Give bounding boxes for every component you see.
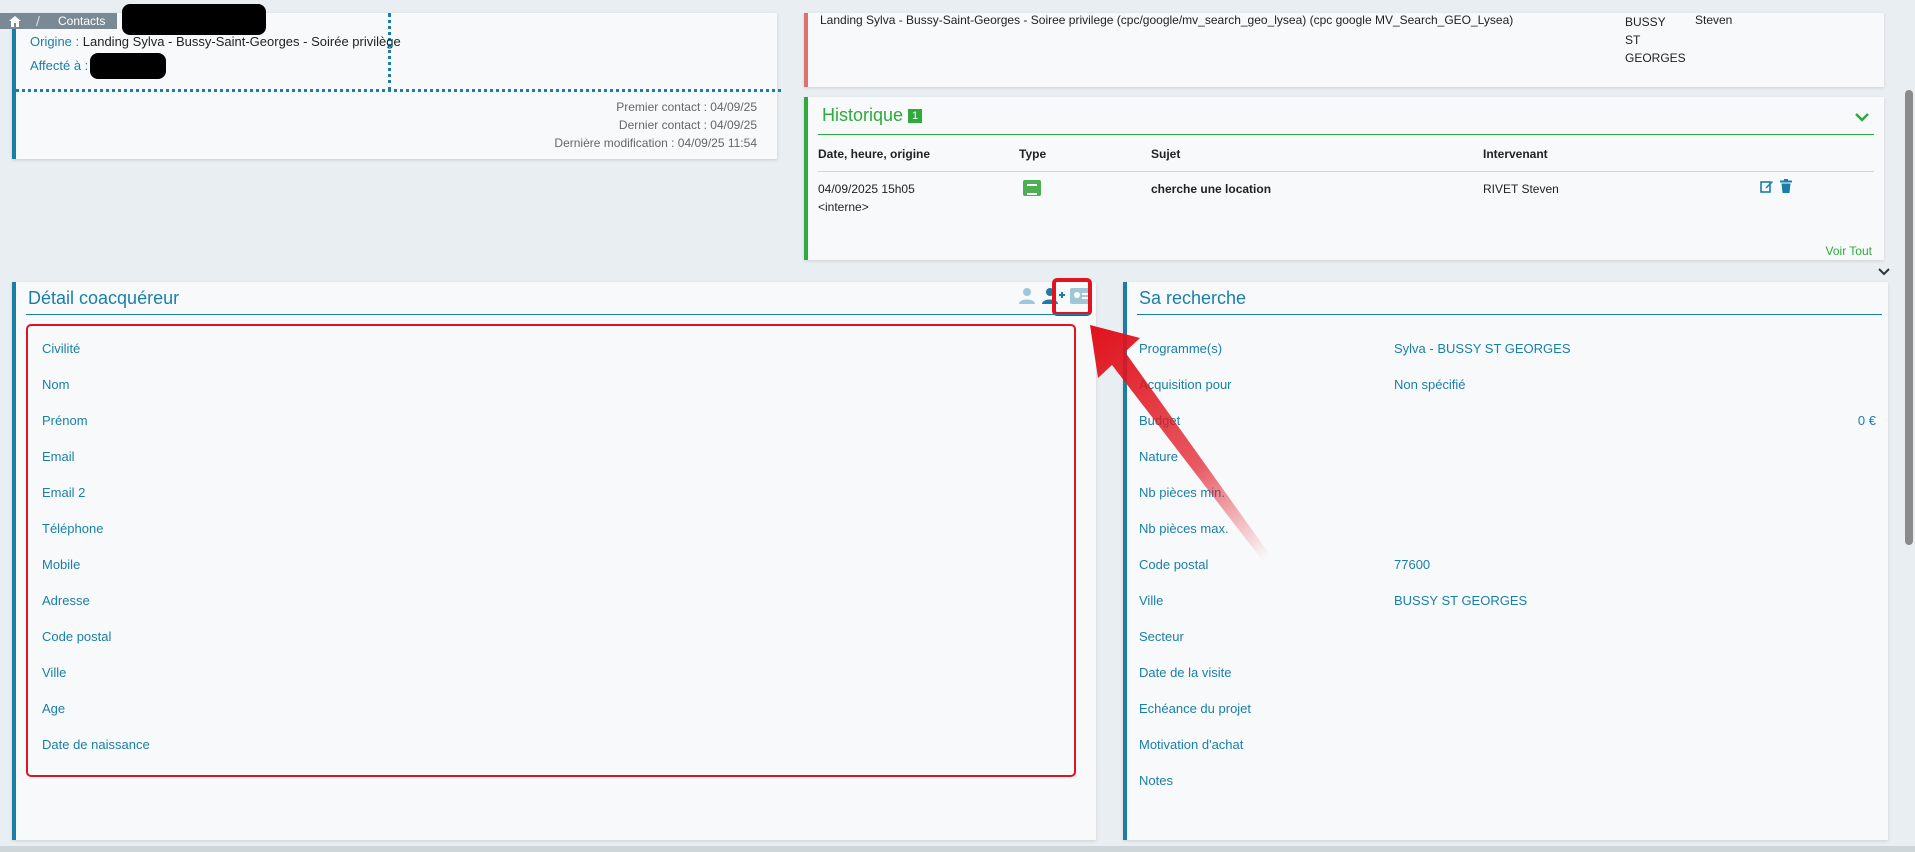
redacted-assignee <box>90 53 166 79</box>
rech-value-budget: 0 € <box>1857 413 1876 428</box>
breadcrumb-separator: / <box>30 13 46 29</box>
rech-label-ville: Ville <box>1139 593 1164 608</box>
row-date: 04/09/2025 15h05 <interne> <box>818 180 915 216</box>
recherche-rule <box>1137 314 1882 315</box>
premier-contact: Premier contact : 04/09/25 <box>616 100 757 114</box>
trash-icon[interactable] <box>1780 179 1792 196</box>
origine-label: Origine : <box>30 34 80 49</box>
historique-count-badge: 1 <box>908 108 923 123</box>
chevron-down-icon[interactable] <box>1854 109 1870 127</box>
recherche-title: Sa recherche <box>1139 288 1247 308</box>
recherche-card: Sa recherche Programme(s) Sylva - BUSSY … <box>1123 282 1888 840</box>
field-ville: Ville <box>42 665 67 680</box>
redacted-name <box>122 4 266 35</box>
field-age: Age <box>42 701 66 716</box>
col-header-date[interactable]: Date, heure, origine <box>818 147 930 161</box>
rech-value-acquisition: Non spécifié <box>1394 377 1466 392</box>
coacquereur-rule <box>26 314 1090 315</box>
voir-tout-link[interactable]: Voir Tout <box>1826 244 1872 258</box>
rech-label-date-visite: Date de la visite <box>1139 665 1232 680</box>
dernier-contact: Dernier contact : 04/09/25 <box>618 118 757 132</box>
highlight-box <box>1052 278 1092 316</box>
rech-label-notes: Notes <box>1139 773 1173 788</box>
field-prenom: Prénom <box>42 413 88 428</box>
bottom-strip <box>0 846 1915 852</box>
field-nom: Nom <box>42 377 70 392</box>
rech-label-motivation: Motivation d'achat <box>1139 737 1244 752</box>
col-header-type[interactable]: Type <box>1019 147 1046 161</box>
historique-card: Historique 1 Date, heure, origine Type S… <box>804 97 1884 260</box>
scrollbar[interactable] <box>1903 85 1915 552</box>
origine-value: Landing Sylva - Bussy-Saint-Georges - So… <box>82 34 401 49</box>
row-intervenant: RIVET Steven <box>1483 182 1559 196</box>
rech-value-code-postal: 77600 <box>1394 557 1431 572</box>
rech-label-echeance: Echéance du projet <box>1139 701 1252 716</box>
historique-title-text: Historique <box>822 105 904 125</box>
note-type-icon <box>1023 180 1041 196</box>
row-actions <box>1760 179 1792 196</box>
edit-icon[interactable] <box>1760 179 1774 196</box>
coacquereur-highlight-box <box>26 324 1076 777</box>
rech-value-programmes[interactable]: Sylva - BUSSY ST GEORGES <box>1394 341 1571 356</box>
field-mobile: Mobile <box>42 557 81 572</box>
col-header-intervenant[interactable]: Intervenant <box>1483 147 1548 161</box>
field-civilite: Civilité <box>42 341 81 356</box>
chevron-down-icon[interactable] <box>1878 265 1890 279</box>
field-email: Email <box>42 449 75 464</box>
coacquereur-title: Détail coacquéreur <box>28 288 180 308</box>
field-code-postal: Code postal <box>42 629 112 644</box>
rech-label-code-postal: Code postal <box>1139 557 1209 572</box>
field-email-2: Email 2 <box>42 485 86 500</box>
city-line: BUSSY <box>1625 15 1666 29</box>
dotted-divider <box>16 89 781 92</box>
city-line: GEORGES <box>1625 51 1686 65</box>
origin-card: Landing Sylva - Bussy-Saint-Georges - So… <box>804 13 1884 87</box>
origine-line: Origine : Landing Sylva - Bussy-Saint-Ge… <box>30 34 401 49</box>
col-header-sujet[interactable]: Sujet <box>1151 147 1180 161</box>
origin-intervenant: Steven <box>1695 13 1733 27</box>
derniere-modification: Dernière modification : 04/09/25 11:54 <box>554 136 757 150</box>
city-line: ST <box>1625 33 1641 47</box>
historique-rule <box>818 134 1874 135</box>
rech-label-pieces-min: Nb pièces min. <box>1139 485 1225 500</box>
affecte-line: Affecté à : <box>30 58 88 73</box>
breadcrumb-contacts[interactable]: Contacts <box>46 13 118 29</box>
field-telephone: Téléphone <box>42 521 104 536</box>
rech-label-acquisition: Acquisition pour <box>1139 377 1232 392</box>
origin-text: Landing Sylva - Bussy-Saint-Georges - So… <box>820 13 1514 27</box>
field-adresse: Adresse <box>42 593 90 608</box>
rech-value-ville: BUSSY ST GEORGES <box>1394 593 1528 608</box>
rech-label-budget: Budget <box>1139 413 1181 428</box>
table-rule <box>818 171 1874 172</box>
scrollbar-thumb[interactable] <box>1905 90 1913 545</box>
row-date-value: 04/09/2025 15h05 <box>818 182 915 196</box>
affecte-label: Affecté à : <box>30 58 89 73</box>
contact-card: Origine : Landing Sylva - Bussy-Saint-Ge… <box>12 13 781 159</box>
breadcrumb: / Contacts <box>0 13 118 29</box>
rech-label-programmes: Programme(s) <box>1139 341 1223 356</box>
rech-label-secteur: Secteur <box>1139 629 1184 644</box>
historique-title: Historique 1 <box>822 105 923 126</box>
field-date-naissance: Date de naissance <box>42 737 150 752</box>
row-subject[interactable]: cherche une location <box>1151 180 1271 198</box>
row-origin-value: <interne> <box>818 200 869 214</box>
origin-city: BUSSY ST GEORGES <box>1625 13 1686 67</box>
rech-label-nature: Nature <box>1139 449 1179 464</box>
home-icon[interactable] <box>0 13 30 29</box>
rech-label-pieces-max: Nb pièces max. <box>1139 521 1229 536</box>
user-icon[interactable] <box>1018 287 1038 308</box>
contact-dates: Premier contact : 04/09/25 Dernier conta… <box>554 98 757 152</box>
coacquereur-card: Détail coacquéreur Civilité Nom Prénom E… <box>12 278 1096 840</box>
